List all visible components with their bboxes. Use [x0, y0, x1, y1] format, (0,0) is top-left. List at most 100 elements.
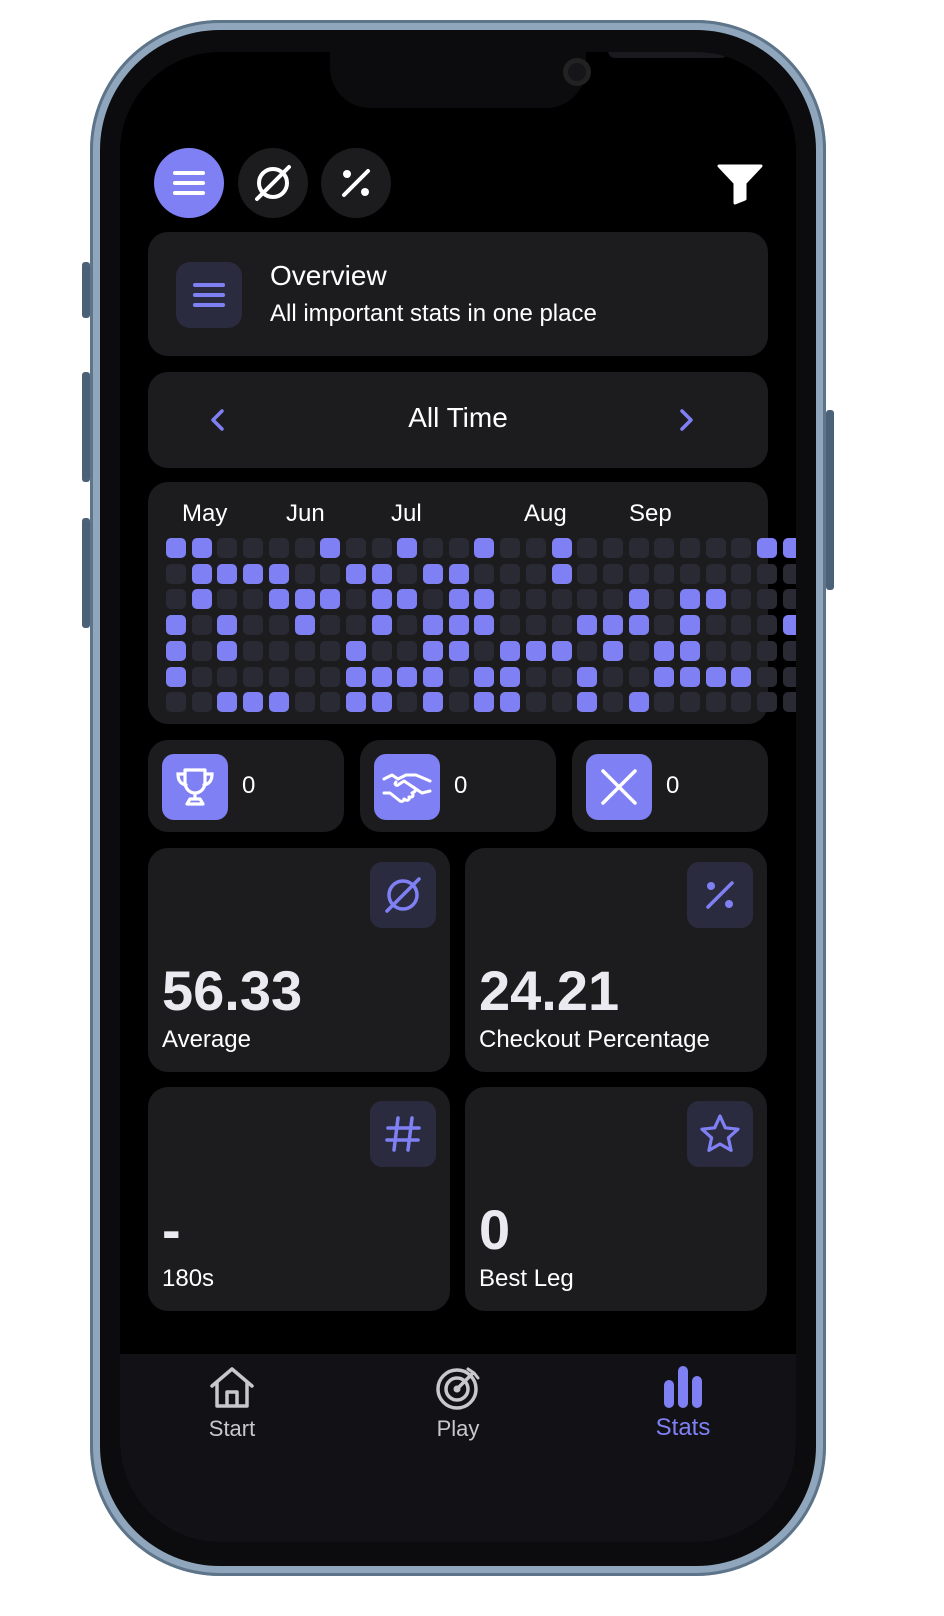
- nav-play-label: Play: [436, 1416, 480, 1441]
- notch: [330, 52, 728, 108]
- heatmap-cell: [629, 641, 649, 661]
- heatmap-cell: [654, 564, 674, 584]
- heatmap-cell: [217, 538, 237, 558]
- heatmap-cell: [603, 564, 623, 584]
- heatmap-cell: [552, 615, 572, 635]
- heatmap-cell: [295, 692, 315, 712]
- heatmap-cell: [397, 641, 417, 661]
- heatmap-cell: [372, 667, 392, 687]
- heatmap-cell: [372, 589, 392, 609]
- heatmap-cell: [346, 692, 366, 712]
- heatmap-cell: [680, 641, 700, 661]
- average-card: 56.33 Average: [148, 848, 450, 1072]
- overview-card: Overview All important stats in one plac…: [148, 232, 768, 356]
- heatmap-cell: [346, 641, 366, 661]
- wins-value: 0: [242, 772, 256, 799]
- target-icon: [436, 1367, 480, 1410]
- heatmap-cell: [577, 615, 597, 635]
- percent-icon: [342, 169, 370, 197]
- heatmap-cell: [731, 615, 751, 635]
- heatmap-cell: [295, 615, 315, 635]
- overview-title: Overview: [270, 260, 387, 291]
- heatmap-cell: [731, 692, 751, 712]
- heatmap-cell: [731, 564, 751, 584]
- heatmap-cell: [346, 589, 366, 609]
- heatmap-cell: [449, 641, 469, 661]
- heatmap-cell: [192, 692, 212, 712]
- heatmap-cell: [757, 692, 777, 712]
- list-icon: [176, 262, 242, 328]
- heatmap-cell: [320, 667, 340, 687]
- filter-button[interactable]: [712, 156, 768, 212]
- average-tab-button[interactable]: [238, 148, 308, 218]
- heatmap-cell: [269, 538, 289, 558]
- heatmap-cell: [372, 538, 392, 558]
- heatmap-cell: [423, 692, 443, 712]
- app-screen: Overview All important stats in one plac…: [120, 52, 796, 1542]
- heatmap-cell: [217, 641, 237, 661]
- heatmap-cell: [449, 667, 469, 687]
- heatmap-cell: [552, 667, 572, 687]
- heatmap-cell: [243, 589, 263, 609]
- average-icon: [255, 165, 291, 201]
- heatmap-cell: [757, 641, 777, 661]
- heatmap-cell: [269, 615, 289, 635]
- nav-play[interactable]: Play: [393, 1364, 523, 1442]
- phone-side-button: [82, 372, 90, 482]
- heatmap-cell: [217, 667, 237, 687]
- period-next-button[interactable]: [668, 402, 704, 438]
- heatmap-cell: [166, 641, 186, 661]
- heatmap-cell: [577, 667, 597, 687]
- heatmap-cell: [192, 589, 212, 609]
- wins-card: 0: [148, 740, 344, 832]
- best-leg-label: Best Leg: [479, 1265, 574, 1292]
- heatmap-cell: [680, 667, 700, 687]
- heatmap-cell: [217, 615, 237, 635]
- heatmap-cell: [397, 538, 417, 558]
- heatmap-cell: [629, 564, 649, 584]
- heatmap-cell: [269, 641, 289, 661]
- average-value: 56.33: [162, 959, 303, 1022]
- percentage-tab-button[interactable]: [321, 148, 391, 218]
- phone-side-button: [82, 518, 90, 628]
- heatmap-cell: [166, 667, 186, 687]
- heatmap-cell: [474, 615, 494, 635]
- heatmap-cell: [269, 667, 289, 687]
- heatmap-cell: [346, 667, 366, 687]
- heatmap-cell: [500, 692, 520, 712]
- heatmap-cell: [526, 615, 546, 635]
- home-icon: [210, 1367, 254, 1408]
- month-label: May: [182, 500, 228, 527]
- heatmap-cell: [423, 667, 443, 687]
- heatmap-cell: [552, 589, 572, 609]
- draws-value: 0: [454, 772, 468, 799]
- overview-tab-button[interactable]: [154, 148, 224, 218]
- best-leg-value: 0: [479, 1198, 511, 1261]
- trophy-icon: [162, 754, 228, 820]
- list-icon: [173, 171, 205, 195]
- heatmap-cell: [706, 538, 726, 558]
- heatmap-cell: [243, 641, 263, 661]
- checkout-value: 24.21: [479, 959, 620, 1022]
- nav-stats[interactable]: Stats: [618, 1364, 748, 1442]
- heatmap-cell: [449, 538, 469, 558]
- filter-icon: [717, 164, 763, 205]
- heatmap-cell: [423, 538, 443, 558]
- heatmap-cell: [449, 564, 469, 584]
- heatmap-cell: [783, 667, 796, 687]
- heatmap-cell: [731, 538, 751, 558]
- heatmap-cell: [372, 564, 392, 584]
- percent-icon: [687, 862, 753, 928]
- nav-start[interactable]: Start: [167, 1364, 297, 1442]
- heatmap-cell: [577, 641, 597, 661]
- heatmap-cell: [783, 538, 796, 558]
- heatmap-cell: [603, 538, 623, 558]
- one-eighties-label: 180s: [162, 1265, 215, 1292]
- heatmap-cell: [706, 641, 726, 661]
- heatmap-cell: [757, 589, 777, 609]
- heatmap-cell: [680, 538, 700, 558]
- heatmap-cell: [192, 667, 212, 687]
- heatmap-cell: [474, 667, 494, 687]
- one-eighties-value: -: [162, 1198, 181, 1261]
- heatmap-cell: [654, 667, 674, 687]
